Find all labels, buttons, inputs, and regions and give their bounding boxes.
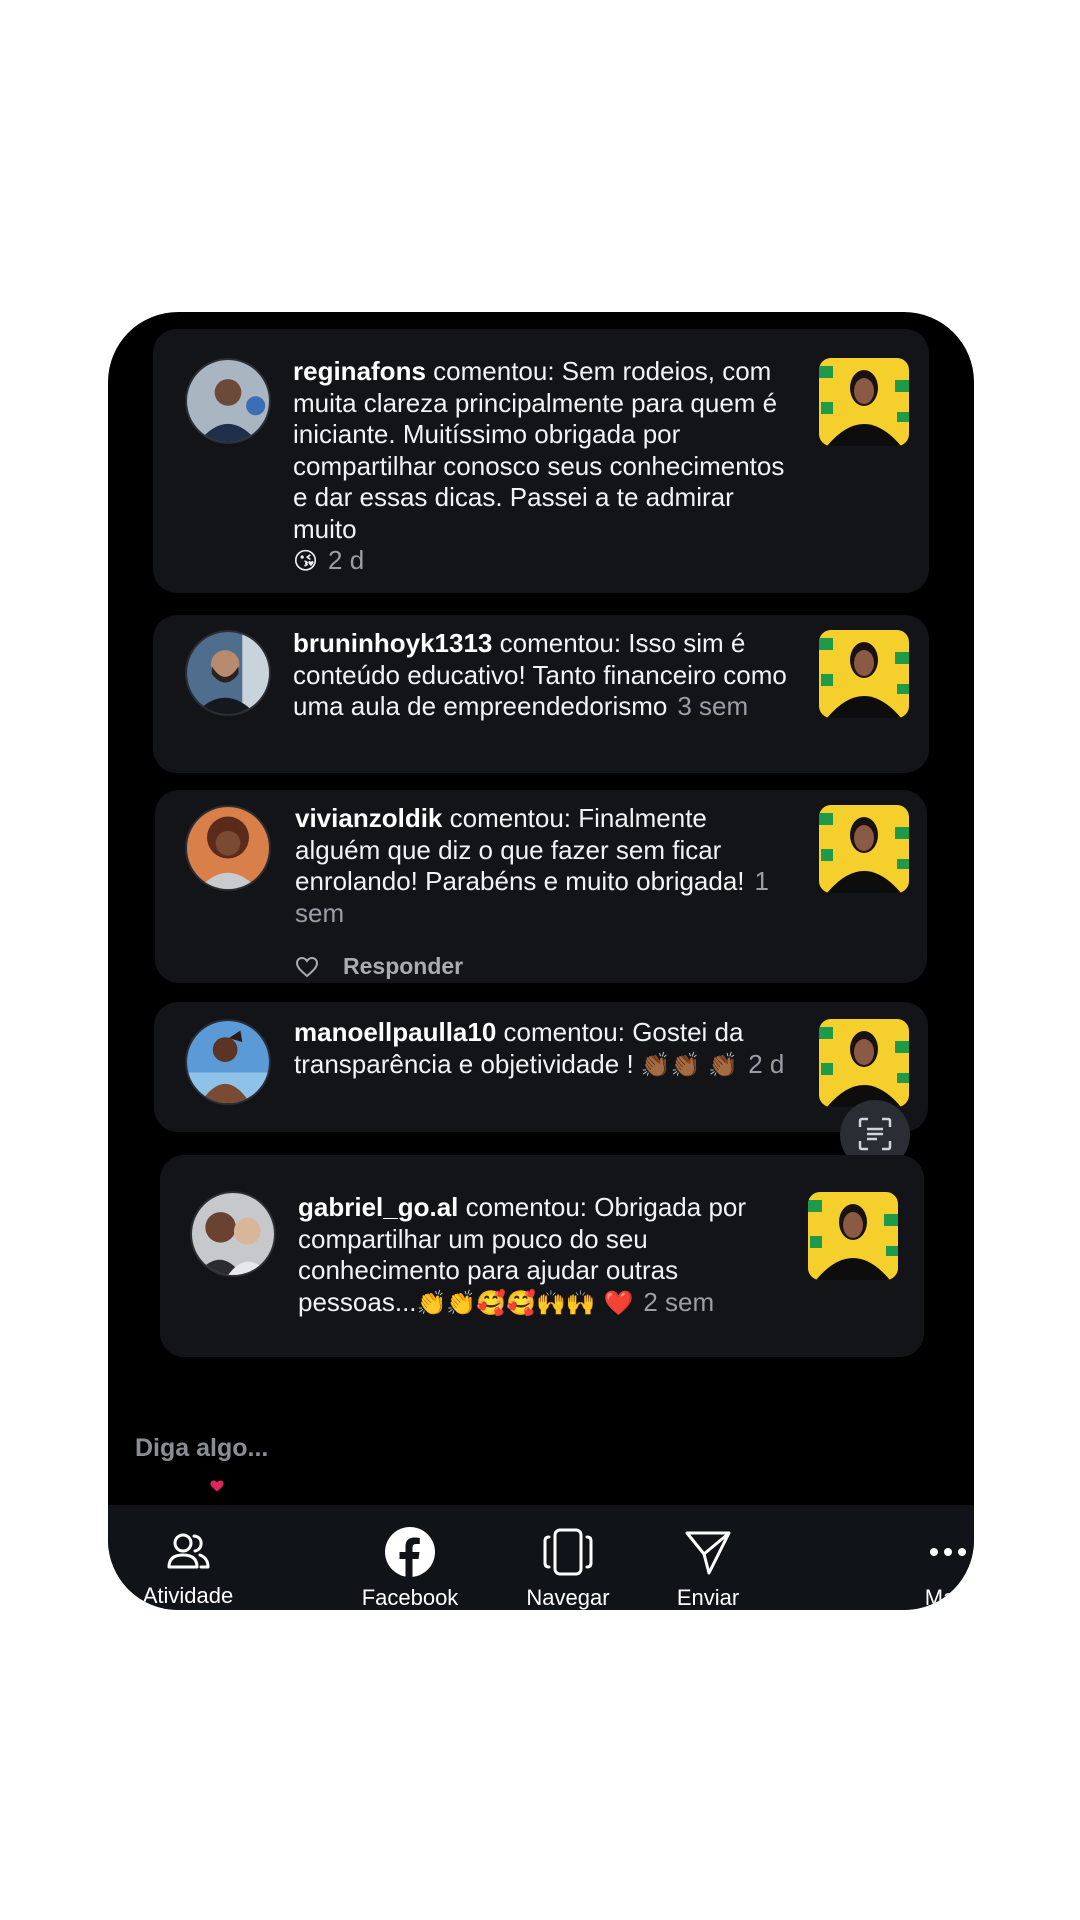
reel-thumbnail[interactable] — [819, 805, 909, 893]
comment-time: 2 sem — [643, 1286, 715, 1317]
reel-thumbnail[interactable] — [819, 358, 909, 446]
comment-emoji: 😘 — [293, 547, 319, 575]
comment-text: manoellpaulla10 comentou: Gostei da tran… — [294, 1017, 794, 1081]
comment-card[interactable]: vivianzoldik comentou: Finalmente alguém… — [155, 790, 927, 983]
reel-thumbnail[interactable] — [819, 630, 909, 718]
comment-card[interactable]: bruninhoyk1313 comentou: Isso sim é cont… — [153, 615, 929, 773]
more-icon — [930, 1548, 966, 1556]
reaction-heart-icon — [210, 1480, 224, 1492]
comment-time: 2 d — [328, 545, 365, 575]
reel-thumbnail[interactable] — [819, 1019, 909, 1107]
tool-facebook[interactable]: Facebook — [350, 1505, 470, 1610]
tool-label: Navegar — [526, 1585, 610, 1610]
tool-more[interactable]: Mais — [888, 1505, 974, 1610]
avatar[interactable] — [185, 358, 271, 444]
comment-username[interactable]: manoellpaulla10 — [294, 1017, 496, 1047]
tool-label: Mais — [924, 1585, 972, 1610]
tool-activity[interactable]: Atividade — [128, 1505, 248, 1610]
comment-time: 3 sem — [677, 691, 749, 721]
send-icon — [685, 1531, 731, 1575]
comment-username[interactable]: gabriel_go.al — [298, 1192, 458, 1222]
comment-time: 2 d — [748, 1048, 785, 1079]
comment-card[interactable]: manoellpaulla10 comentou: Gostei da tran… — [154, 1002, 928, 1132]
comment-verb: comentou: — [433, 356, 555, 386]
comment-emoji: 👏👏🥰🥰🙌🙌 ❤️ — [416, 1288, 634, 1317]
people-icon — [167, 1533, 210, 1569]
bottom-toolbar: Atividade Facebook Navegar Enviar Mais — [108, 1505, 974, 1610]
comment-text: reginafons comentou: Sem rodeios, com mu… — [293, 356, 793, 578]
tool-browse[interactable]: Navegar — [508, 1505, 628, 1610]
comment-text: vivianzoldik comentou: Finalmente alguém… — [295, 803, 795, 929]
comment-input[interactable]: Diga algo... — [135, 1434, 268, 1463]
avatar[interactable] — [185, 630, 271, 716]
comment-actions: Responder — [295, 953, 463, 980]
comment-verb: comentou: — [465, 1192, 588, 1222]
facebook-icon — [385, 1527, 435, 1577]
phone-screen: reginafons comentou: Sem rodeios, com mu… — [108, 312, 974, 1610]
comment-verb: comentou: — [449, 803, 572, 833]
reel-thumbnail[interactable] — [808, 1192, 898, 1280]
avatar[interactable] — [185, 1019, 271, 1105]
comment-text: gabriel_go.al comentou: Obrigada por com… — [298, 1192, 798, 1319]
comment-username[interactable]: bruninhoyk1313 — [293, 628, 492, 658]
tool-send[interactable]: Enviar — [648, 1505, 768, 1610]
scan-text-icon — [858, 1117, 892, 1151]
comment-verb: comentou: — [503, 1017, 625, 1047]
tool-label: Enviar — [676, 1585, 740, 1610]
comment-card[interactable]: gabriel_go.al comentou: Obrigada por com… — [160, 1155, 924, 1357]
comment-verb: comentou: — [499, 628, 622, 658]
browse-icon — [543, 1528, 593, 1576]
like-heart-icon[interactable] — [295, 956, 319, 978]
comment-text: bruninhoyk1313 comentou: Isso sim é cont… — [293, 628, 798, 723]
tool-label: Facebook — [361, 1585, 459, 1610]
reply-button[interactable]: Responder — [343, 953, 463, 980]
tool-label: Atividade — [142, 1583, 234, 1608]
comment-card[interactable]: reginafons comentou: Sem rodeios, com mu… — [153, 329, 929, 593]
comment-username[interactable]: vivianzoldik — [295, 803, 442, 833]
comment-emoji: 👏🏾👏🏾 👏🏾 — [640, 1050, 739, 1079]
avatar[interactable] — [190, 1191, 276, 1277]
comment-username[interactable]: reginafons — [293, 356, 426, 386]
avatar[interactable] — [185, 805, 271, 891]
